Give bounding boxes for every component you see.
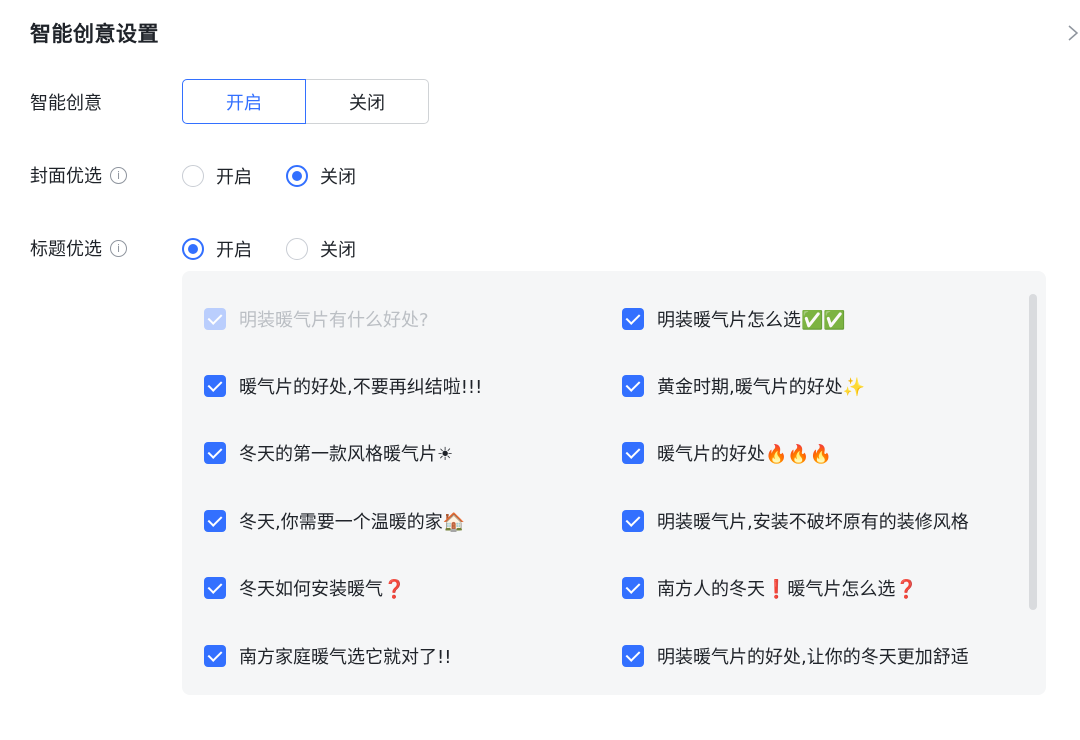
title-option-3[interactable]: 暖气片的好处,不要再纠结啦!!!	[204, 373, 482, 399]
radio-unchecked-icon	[182, 165, 204, 187]
title-optimize-label-text: 标题优选	[30, 239, 102, 260]
checkbox-checked-icon	[204, 510, 226, 532]
checkbox-checked-icon	[622, 645, 644, 667]
title-optimize-on-radio[interactable]: 开启	[182, 236, 252, 262]
radio-checked-icon	[286, 165, 308, 187]
checkbox-checked-icon	[622, 442, 644, 464]
checkbox-checked-icon	[622, 375, 644, 397]
checkbox-checked-icon	[622, 510, 644, 532]
cover-optimize-radio-group: 开启 关闭	[182, 163, 390, 189]
chevron-right-icon[interactable]	[1064, 22, 1080, 44]
title-option-text: 冬天,你需要一个温暖的家🏠	[239, 512, 466, 533]
title-option-text: 冬天的第一款风格暖气片☀	[239, 444, 454, 465]
title-option-text: 南方人的冬天❗暖气片怎么选❓	[657, 579, 918, 600]
title-option-4[interactable]: 黄金时期,暖气片的好处✨	[622, 373, 865, 399]
title-option-9[interactable]: 冬天如何安装暖气❓	[204, 575, 405, 601]
checkbox-checked-icon	[204, 375, 226, 397]
title-option-text: 明装暖气片,安装不破坏原有的装修风格	[657, 512, 969, 533]
checkbox-checked-icon	[204, 442, 226, 464]
title-optimize-off-radio[interactable]: 关闭	[286, 236, 356, 262]
radio-label: 开启	[216, 240, 252, 261]
title-option-2[interactable]: 明装暖气片怎么选✅✅	[622, 306, 846, 332]
cover-optimize-off-radio[interactable]: 关闭	[286, 163, 356, 189]
title-option-text: 黄金时期,暖气片的好处✨	[657, 377, 866, 398]
title-optimize-label: 标题优选 i	[30, 235, 127, 261]
title-option-5[interactable]: 冬天的第一款风格暖气片☀	[204, 440, 453, 466]
scrollbar-thumb[interactable]	[1029, 294, 1037, 610]
radio-unchecked-icon	[286, 238, 308, 260]
radio-label: 关闭	[320, 240, 356, 261]
title-option-6[interactable]: 暖气片的好处🔥🔥🔥	[622, 440, 832, 466]
title-option-text: 暖气片的好处,不要再纠结啦!!!	[239, 377, 483, 398]
radio-label: 开启	[216, 167, 252, 188]
radio-label: 关闭	[320, 167, 356, 188]
radio-checked-icon	[182, 238, 204, 260]
title-option-8[interactable]: 明装暖气片,安装不破坏原有的装修风格	[622, 508, 969, 534]
smart-creative-label-text: 智能创意	[30, 93, 102, 114]
checkbox-checked-icon	[204, 577, 226, 599]
title-option-11[interactable]: 南方家庭暖气选它就对了!!	[204, 643, 451, 669]
smart-creative-settings-page: 智能创意设置 智能创意 开启 关闭 封面优选 i 开启 关闭 标题优选 i 开启	[0, 0, 1080, 740]
info-icon[interactable]: i	[110, 166, 127, 184]
title-option-text: 明装暖气片的好处,让你的冬天更加舒适	[657, 647, 969, 668]
smart-creative-label: 智能创意	[30, 89, 102, 115]
title-option-7[interactable]: 冬天,你需要一个温暖的家🏠	[204, 508, 465, 534]
cover-optimize-label: 封面优选 i	[30, 162, 127, 188]
page-title: 智能创意设置	[30, 22, 159, 46]
checkbox-checked-disabled-icon	[204, 308, 226, 330]
smart-creative-toggle: 开启 关闭	[182, 79, 429, 124]
smart-creative-on-button[interactable]: 开启	[182, 79, 306, 124]
title-option-12[interactable]: 明装暖气片的好处,让你的冬天更加舒适	[622, 643, 969, 669]
title-option-1[interactable]: 明装暖气片有什么好处?	[204, 306, 429, 332]
checkbox-checked-icon	[204, 645, 226, 667]
cover-optimize-label-text: 封面优选	[30, 166, 102, 187]
title-option-10[interactable]: 南方人的冬天❗暖气片怎么选❓	[622, 575, 918, 601]
title-optimize-radio-group: 开启 关闭	[182, 236, 390, 262]
smart-creative-off-button[interactable]: 关闭	[306, 79, 429, 124]
title-option-text: 暖气片的好处🔥🔥🔥	[657, 444, 833, 465]
info-icon[interactable]: i	[110, 239, 127, 257]
title-option-text: 南方家庭暖气选它就对了!!	[239, 647, 452, 668]
title-candidates-panel: 明装暖气片有什么好处? 明装暖气片怎么选✅✅ 暖气片的好处,不要再纠结啦!!! …	[182, 271, 1046, 695]
title-option-text: 明装暖气片怎么选✅✅	[657, 310, 846, 331]
checkbox-checked-icon	[622, 577, 644, 599]
title-option-text: 冬天如何安装暖气❓	[239, 579, 406, 600]
title-option-text: 明装暖气片有什么好处?	[239, 310, 429, 331]
cover-optimize-on-radio[interactable]: 开启	[182, 163, 252, 189]
checkbox-checked-icon	[622, 308, 644, 330]
